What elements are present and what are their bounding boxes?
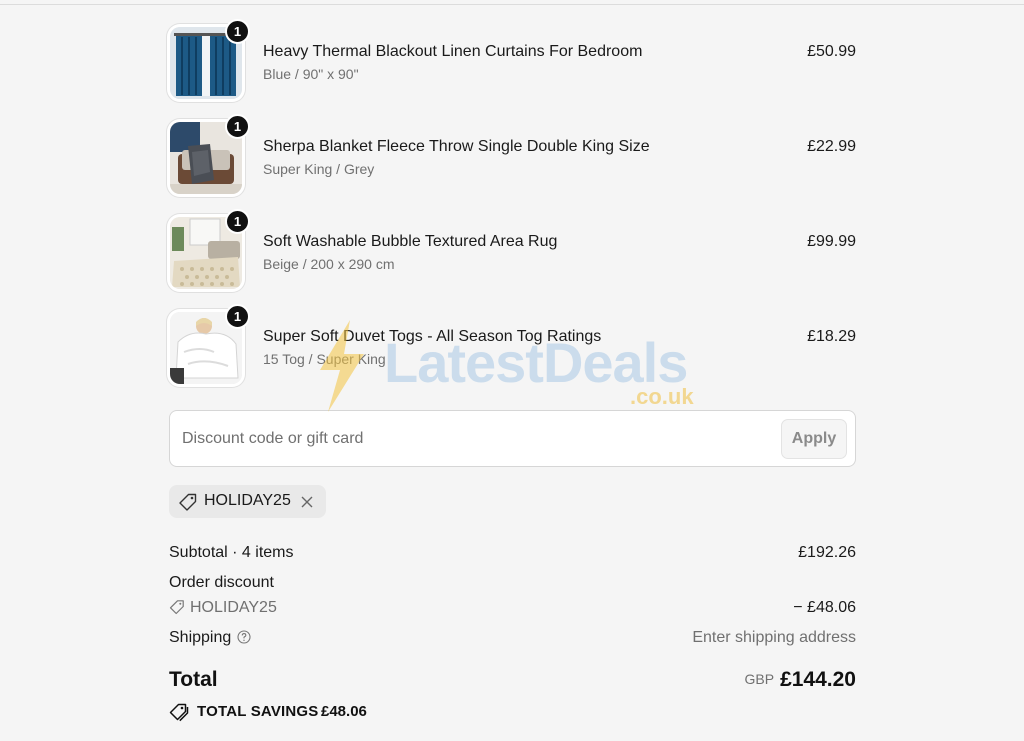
item-title: Soft Washable Bubble Textured Area Rug [263, 233, 558, 250]
help-circle-icon[interactable] [237, 630, 251, 644]
savings-value: £48.06 [321, 703, 367, 720]
line-item: 1 Sherpa Blanket Fleece Throw Single Dou… [169, 114, 856, 198]
top-divider [0, 4, 1024, 5]
total-value: £144.20 [780, 668, 856, 691]
item-price: £18.29 [807, 328, 856, 345]
total-price: GBP £144.20 [745, 668, 857, 692]
item-price: £50.99 [807, 43, 856, 60]
total-label: Total [169, 668, 218, 691]
shipping-value: Enter shipping address [692, 629, 856, 646]
item-variant: Blue / 90" x 90" [263, 66, 359, 82]
shipping-label: Shipping [169, 629, 232, 646]
order-discount-value: − £48.06 [793, 599, 856, 616]
line-item: 1 Super Soft Duvet Togs - All Season Tog… [169, 304, 856, 388]
quantity-badge: 1 [225, 114, 250, 139]
shipping-row: Shipping [169, 629, 251, 647]
apply-button[interactable]: Apply [781, 419, 847, 459]
applied-discount-chip: HOLIDAY25 [169, 485, 326, 518]
item-title: Sherpa Blanket Fleece Throw Single Doubl… [263, 138, 650, 155]
discount-field: Apply [169, 410, 856, 467]
order-discount-code: HOLIDAY25 [190, 599, 277, 616]
tag-icon [179, 493, 197, 511]
subtotal-value: £192.26 [798, 544, 856, 561]
line-item: 1 Heavy Thermal Blackout Linen Curtains … [169, 19, 856, 103]
discount-code-input[interactable] [182, 427, 742, 451]
subtotal-label: Subtotal · 4 items [169, 544, 294, 561]
currency-code: GBP [744, 671, 775, 687]
item-variant: Super King / Grey [263, 161, 375, 177]
tag-icon [169, 600, 184, 615]
tags-icon [169, 703, 189, 722]
item-title: Super Soft Duvet Togs - All Season Tog R… [263, 328, 602, 345]
line-item: 1 Soft Washable Bubble Textured Area Rug… [169, 209, 856, 293]
order-discount-label: Order discount [169, 574, 274, 591]
item-price: £22.99 [807, 138, 856, 155]
quantity-badge: 1 [225, 304, 250, 329]
close-icon[interactable] [299, 494, 315, 510]
item-variant: 15 Tog / Super King [263, 351, 386, 367]
item-variant: Beige / 200 x 290 cm [263, 256, 395, 272]
applied-code-label: HOLIDAY25 [204, 492, 291, 509]
quantity-badge: 1 [225, 19, 250, 44]
quantity-badge: 1 [225, 209, 250, 234]
savings-label: TOTAL SAVINGS [197, 703, 319, 720]
item-title: Heavy Thermal Blackout Linen Curtains Fo… [263, 43, 643, 60]
item-price: £99.99 [807, 233, 856, 250]
